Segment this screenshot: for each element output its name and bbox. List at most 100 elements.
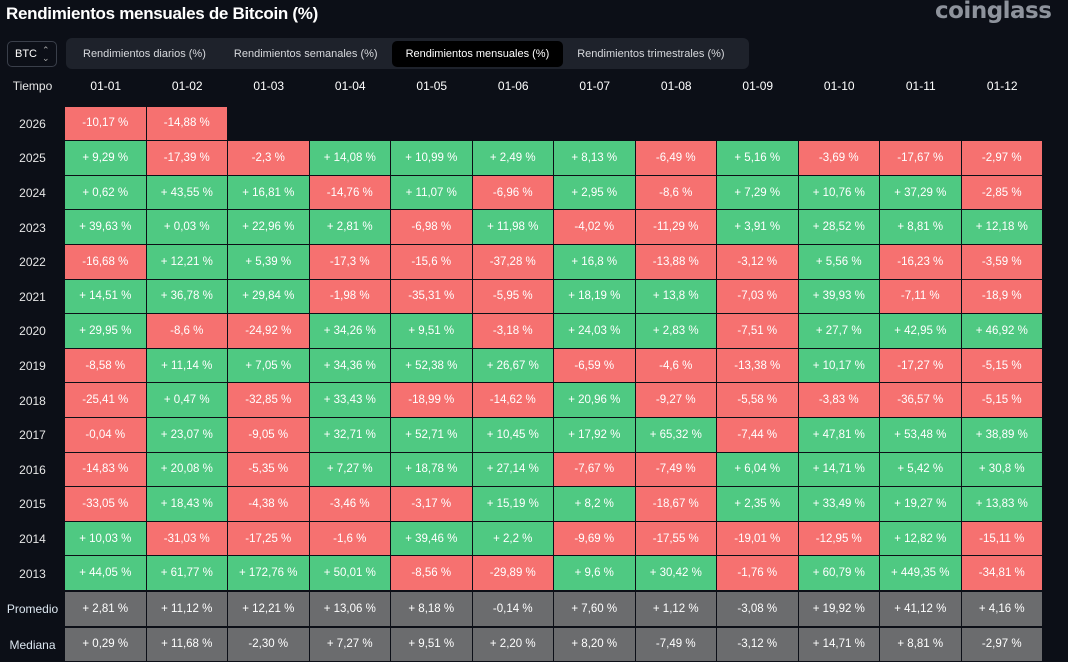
return-cell: + 32,71 % bbox=[310, 418, 392, 453]
return-cell: -7,67 % bbox=[554, 453, 636, 488]
return-cell: + 14,08 % bbox=[310, 141, 392, 176]
summary-cell: + 8,18 % bbox=[391, 592, 473, 627]
asset-select-value: BTC bbox=[15, 48, 37, 60]
summary-cell: + 2,20 % bbox=[473, 628, 555, 662]
asset-select[interactable]: BTC ⌃⌄ bbox=[7, 41, 57, 67]
return-cell: -2,3 % bbox=[228, 141, 310, 176]
summary-cell: -7,49 % bbox=[636, 628, 718, 662]
return-cell: -5,15 % bbox=[962, 349, 1044, 384]
tab-3[interactable]: Rendimientos trimestrales (%) bbox=[563, 41, 738, 67]
year-label: 2020 bbox=[0, 314, 65, 349]
return-cell: + 10,99 % bbox=[391, 141, 473, 176]
return-cell: -15,6 % bbox=[391, 245, 473, 280]
return-cell: + 0,03 % bbox=[147, 210, 229, 245]
year-label: 2018 bbox=[0, 383, 65, 418]
return-cell: -7,49 % bbox=[636, 453, 718, 488]
summary-cell: + 8,20 % bbox=[554, 628, 636, 662]
empty-cell bbox=[310, 107, 392, 142]
return-cell: + 65,32 % bbox=[636, 418, 718, 453]
return-cell: + 8,13 % bbox=[554, 141, 636, 176]
return-cell: + 15,19 % bbox=[473, 487, 555, 522]
summary-cell: + 12,21 % bbox=[228, 592, 310, 627]
summary-cell: -3,12 % bbox=[717, 628, 799, 662]
return-cell: -1,76 % bbox=[717, 556, 799, 591]
table-row: 2022-16,68 %+ 12,21 %+ 5,39 %-17,3 %-15,… bbox=[0, 245, 1043, 280]
return-cell: + 36,78 % bbox=[147, 280, 229, 315]
summary-cell: + 14,71 % bbox=[799, 628, 881, 662]
summary-row: Promedio+ 2,81 %+ 11,12 %+ 12,21 %+ 13,0… bbox=[0, 592, 1043, 627]
return-cell: -18,67 % bbox=[636, 487, 718, 522]
return-cell: + 172,76 % bbox=[228, 556, 310, 591]
column-header: 01-08 bbox=[636, 72, 718, 100]
return-cell: + 16,8 % bbox=[554, 245, 636, 280]
return-cell: + 11,07 % bbox=[391, 176, 473, 211]
return-cell: + 7,29 % bbox=[717, 176, 799, 211]
table-row: 2025+ 9,29 %-17,39 %-2,3 %+ 14,08 %+ 10,… bbox=[0, 141, 1043, 176]
return-cell: -14,62 % bbox=[473, 383, 555, 418]
return-cell: + 28,52 % bbox=[799, 210, 881, 245]
return-cell: + 47,81 % bbox=[799, 418, 881, 453]
return-cell: -4,6 % bbox=[636, 349, 718, 384]
return-cell: + 11,14 % bbox=[147, 349, 229, 384]
return-cell: -8,58 % bbox=[65, 349, 147, 384]
column-header: 01-02 bbox=[147, 72, 229, 100]
return-cell: + 16,81 % bbox=[228, 176, 310, 211]
return-cell: -19,01 % bbox=[717, 522, 799, 557]
year-label: 2019 bbox=[0, 349, 65, 384]
return-cell: + 29,84 % bbox=[228, 280, 310, 315]
return-cell: -3,59 % bbox=[962, 245, 1044, 280]
year-label: 2016 bbox=[0, 453, 65, 488]
return-cell: + 10,03 % bbox=[65, 522, 147, 557]
empty-cell bbox=[473, 107, 555, 142]
return-cell: + 8,81 % bbox=[880, 210, 962, 245]
return-cell: + 43,55 % bbox=[147, 176, 229, 211]
return-cell: + 24,03 % bbox=[554, 314, 636, 349]
return-cell: + 8,2 % bbox=[554, 487, 636, 522]
column-header: 01-04 bbox=[310, 72, 392, 100]
return-cell: -13,38 % bbox=[717, 349, 799, 384]
return-cell: + 34,26 % bbox=[310, 314, 392, 349]
returns-table: Tiempo01-0101-0201-0301-0401-0501-0601-0… bbox=[0, 72, 1043, 662]
return-cell: -18,9 % bbox=[962, 280, 1044, 315]
tab-2[interactable]: Rendimientos mensuales (%) bbox=[392, 41, 564, 67]
return-cell: -17,25 % bbox=[228, 522, 310, 557]
summary-cell: + 11,12 % bbox=[147, 592, 229, 627]
return-cell: + 53,48 % bbox=[880, 418, 962, 453]
column-header: 01-03 bbox=[228, 72, 310, 100]
return-cell: -14,83 % bbox=[65, 453, 147, 488]
return-cell: + 52,38 % bbox=[391, 349, 473, 384]
summary-cell: + 11,68 % bbox=[147, 628, 229, 662]
summary-cell: + 0,29 % bbox=[65, 628, 147, 662]
tab-1[interactable]: Rendimientos semanales (%) bbox=[220, 41, 392, 67]
tab-0[interactable]: Rendimientos diarios (%) bbox=[69, 41, 220, 67]
return-cell: + 12,21 % bbox=[147, 245, 229, 280]
return-cell: + 2,95 % bbox=[554, 176, 636, 211]
return-cell: + 3,91 % bbox=[717, 210, 799, 245]
return-cell: + 5,39 % bbox=[228, 245, 310, 280]
year-label: 2026 bbox=[0, 107, 65, 142]
return-cell: + 14,71 % bbox=[799, 453, 881, 488]
return-cell: -33,05 % bbox=[65, 487, 147, 522]
summary-cell: -0,14 % bbox=[473, 592, 555, 627]
summary-cell: + 4,16 % bbox=[962, 592, 1044, 627]
return-cell: -37,28 % bbox=[473, 245, 555, 280]
return-cell: + 5,56 % bbox=[799, 245, 881, 280]
return-cell: + 14,51 % bbox=[65, 280, 147, 315]
return-cell: + 34,36 % bbox=[310, 349, 392, 384]
return-cell: + 13,8 % bbox=[636, 280, 718, 315]
return-cell: + 18,43 % bbox=[147, 487, 229, 522]
return-cell: -9,69 % bbox=[554, 522, 636, 557]
return-cell: -6,98 % bbox=[391, 210, 473, 245]
summary-cell: -2,30 % bbox=[228, 628, 310, 662]
return-cell: -1,98 % bbox=[310, 280, 392, 315]
column-header: 01-11 bbox=[880, 72, 962, 100]
year-label: 2015 bbox=[0, 487, 65, 522]
table-row: 2024+ 0,62 %+ 43,55 %+ 16,81 %-14,76 %+ … bbox=[0, 176, 1043, 211]
return-cell: + 449,35 % bbox=[880, 556, 962, 591]
return-cell: -5,35 % bbox=[228, 453, 310, 488]
return-cell: -17,27 % bbox=[880, 349, 962, 384]
return-cell: -15,11 % bbox=[962, 522, 1044, 557]
table-row: 2023+ 39,63 %+ 0,03 %+ 22,96 %+ 2,81 %-6… bbox=[0, 210, 1043, 245]
return-cell: + 33,49 % bbox=[799, 487, 881, 522]
summary-cell: + 19,92 % bbox=[799, 592, 881, 627]
